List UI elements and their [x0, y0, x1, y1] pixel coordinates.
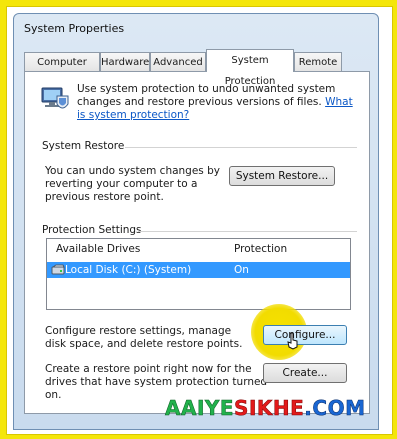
- configure-description: Configure restore settings, manage disk …: [45, 325, 243, 350]
- create-button[interactable]: Create...: [263, 363, 347, 383]
- configure-button[interactable]: Configure...: [263, 325, 347, 345]
- watermark-part-sikhe: SIKHE: [234, 396, 305, 421]
- tab-advanced[interactable]: Advanced: [150, 52, 206, 71]
- intro-text: Use system protection to undo unwanted s…: [77, 83, 362, 122]
- drive-row-local-disk-c[interactable]: Local Disk (C:) (System) On: [47, 262, 350, 278]
- system-restore-label: System Restore: [42, 140, 125, 152]
- tab-system-protection[interactable]: System Protection: [206, 49, 294, 87]
- watermark-part-aaiye: AAIYE: [165, 396, 235, 421]
- column-available-drives[interactable]: Available Drives: [56, 243, 140, 255]
- system-protection-panel: Use system protection to undo unwanted s…: [24, 71, 370, 414]
- drive-name: Local Disk (C:) (System): [65, 264, 192, 276]
- column-protection[interactable]: Protection: [234, 243, 287, 255]
- hard-drive-icon: [51, 264, 65, 275]
- system-restore-description: You can undo system changes by reverting…: [45, 165, 220, 203]
- protection-settings-label: Protection Settings: [42, 224, 142, 236]
- drive-protection-status: On: [234, 264, 249, 276]
- intro-description: Use system protection to undo unwanted s…: [77, 83, 336, 108]
- watermark-part-com: .COM: [304, 396, 366, 421]
- system-properties-dialog: System Properties Computer Name Hardware…: [13, 13, 379, 430]
- drives-list[interactable]: Available Drives Protection Local Disk (…: [46, 238, 351, 310]
- protection-settings-divider: [138, 231, 357, 232]
- system-restore-button[interactable]: System Restore...: [229, 166, 335, 186]
- tab-remote[interactable]: Remote: [294, 52, 342, 71]
- tab-computer-name[interactable]: Computer Name: [24, 52, 100, 87]
- mouse-pointer-hand-icon: [287, 332, 298, 350]
- system-restore-divider: [125, 147, 357, 148]
- site-watermark: AAIYESIKHE.COM: [165, 396, 366, 421]
- system-protection-shield-icon: [41, 87, 69, 109]
- drives-list-header: Available Drives Protection: [47, 239, 350, 259]
- window-title: System Properties: [24, 22, 125, 35]
- tab-hardware[interactable]: Hardware: [100, 52, 150, 71]
